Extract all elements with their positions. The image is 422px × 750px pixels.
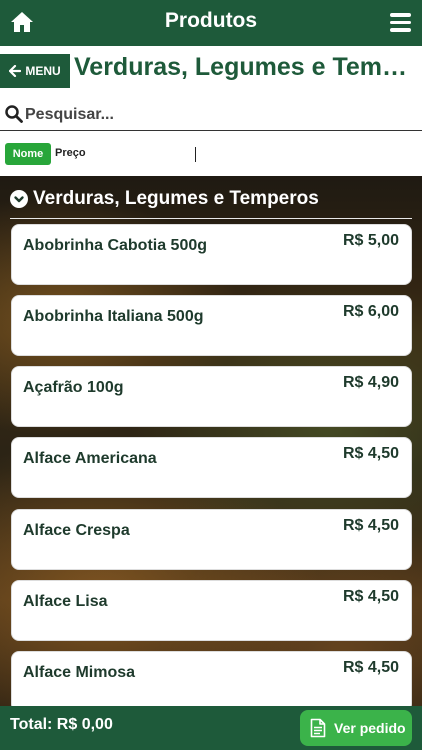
product-price: R$ 4,50 xyxy=(342,517,399,534)
product-card[interactable]: Alface Mimosa R$ 4,50 xyxy=(11,651,412,706)
document-icon xyxy=(310,718,326,738)
view-order-label: Ver pedido xyxy=(334,720,406,736)
product-card[interactable]: Alface Americana R$ 4,50 xyxy=(11,437,412,498)
product-card[interactable]: Abobrinha Italiana 500g R$ 6,00 xyxy=(11,295,412,356)
search-input[interactable] xyxy=(25,102,415,128)
menu-label: MENU xyxy=(25,64,61,78)
category-header: Verduras, Legumes e Temperos xyxy=(74,53,416,81)
search-bar xyxy=(0,100,422,131)
product-price: R$ 4,50 xyxy=(342,588,399,605)
product-price: R$ 4,50 xyxy=(342,445,399,462)
top-bar: Produtos xyxy=(0,0,422,46)
sort-nome-button[interactable]: Nome xyxy=(5,143,51,165)
product-price: R$ 4,50 xyxy=(342,659,399,676)
product-name: Alface Americana xyxy=(23,450,157,467)
section-divider xyxy=(10,218,412,219)
arrow-left-icon xyxy=(9,65,22,77)
product-name: Açafrão 100g xyxy=(23,379,124,396)
text-caret xyxy=(195,147,196,162)
product-card[interactable]: Açafrão 100g R$ 4,90 xyxy=(11,366,412,427)
section-header[interactable]: Verduras, Legumes e Temperos xyxy=(10,188,319,210)
search-icon xyxy=(5,105,23,123)
product-name: Abobrinha Italiana 500g xyxy=(23,308,204,325)
footer-bar: Total: R$ 0,00 Ver pedido xyxy=(0,706,422,750)
product-name: Alface Crespa xyxy=(23,522,130,539)
product-name: Alface Mimosa xyxy=(23,664,136,681)
page-title: Produtos xyxy=(164,9,258,32)
product-price: R$ 4,90 xyxy=(342,374,399,391)
sort-bar: Nome Preço xyxy=(0,142,422,166)
order-total: Total: R$ 0,00 xyxy=(10,716,113,733)
chevron-down-icon xyxy=(10,190,28,208)
product-list[interactable]: Verduras, Legumes e Temperos Abobrinha C… xyxy=(0,176,422,706)
menu-back-button[interactable]: MENU xyxy=(0,54,70,88)
sort-preco-button[interactable]: Preço xyxy=(55,147,86,159)
product-name: Alface Lisa xyxy=(23,593,108,610)
product-card[interactable]: Alface Crespa R$ 4,50 xyxy=(11,509,412,570)
product-card[interactable]: Alface Lisa R$ 4,50 xyxy=(11,580,412,641)
section-title: Verduras, Legumes e Temperos xyxy=(33,188,319,209)
hamburger-icon[interactable] xyxy=(390,13,411,32)
product-card[interactable]: Abobrinha Cabotia 500g R$ 5,00 xyxy=(11,224,412,285)
view-order-button[interactable]: Ver pedido xyxy=(300,710,412,746)
product-price: R$ 6,00 xyxy=(342,303,399,320)
product-name: Abobrinha Cabotia 500g xyxy=(23,237,208,254)
product-price: R$ 5,00 xyxy=(342,232,399,249)
